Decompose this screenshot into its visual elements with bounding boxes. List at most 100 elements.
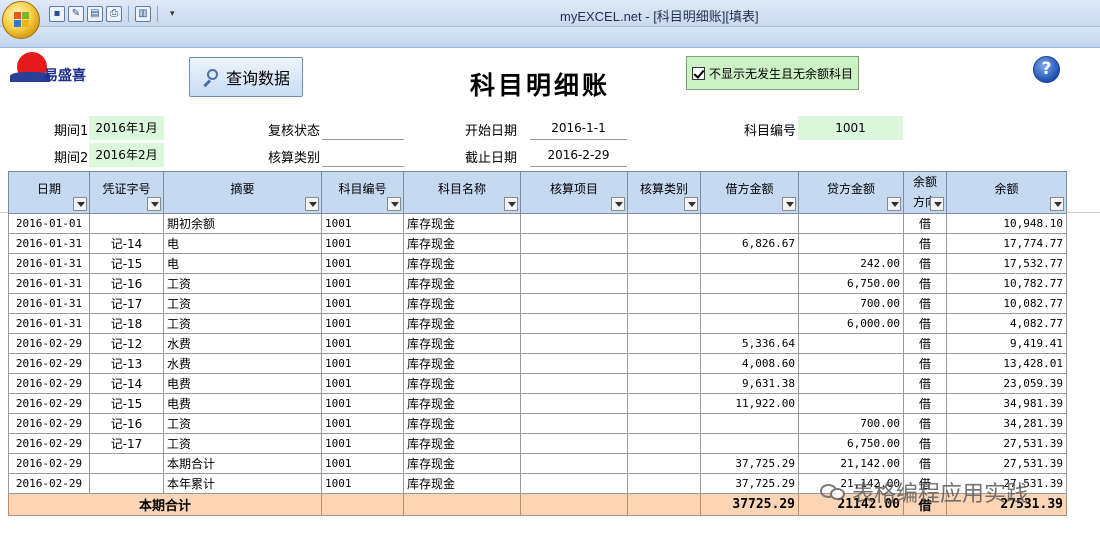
cell-calc-category[interactable] bbox=[627, 473, 701, 494]
cell-account-code[interactable]: 1001 bbox=[321, 333, 404, 354]
cell-calc-item[interactable] bbox=[520, 393, 628, 414]
cell-balance[interactable]: 34,981.39 bbox=[946, 393, 1067, 414]
cell-balance[interactable]: 17,774.77 bbox=[946, 233, 1067, 254]
cell-summary[interactable]: 电 bbox=[163, 233, 322, 254]
edit-icon[interactable]: ✎ bbox=[68, 6, 84, 22]
cell-voucher-no[interactable] bbox=[89, 213, 164, 234]
cell-summary[interactable]: 电费 bbox=[163, 373, 322, 394]
cell-date[interactable]: 2016-02-29 bbox=[8, 333, 90, 354]
cell-calc-category[interactable] bbox=[627, 393, 701, 414]
cell-account-code[interactable]: 1001 bbox=[321, 453, 404, 474]
cell-voucher-no[interactable]: 记-14 bbox=[89, 373, 164, 394]
cell-balance-direction[interactable]: 借 bbox=[903, 433, 947, 454]
cell-calc-item[interactable] bbox=[520, 313, 628, 334]
cell-credit-amount[interactable] bbox=[798, 213, 904, 234]
cell-calc-category[interactable] bbox=[627, 353, 701, 374]
layout-icon[interactable]: ▥ bbox=[135, 6, 151, 22]
cell-debit-amount[interactable] bbox=[700, 253, 799, 274]
cell-credit-amount[interactable]: 6,750.00 bbox=[798, 273, 904, 294]
filter-dropdown-icon[interactable] bbox=[73, 197, 87, 211]
cell-account-code[interactable]: 1001 bbox=[321, 373, 404, 394]
table-row[interactable]: 2016-02-29 记-12 水费 1001 库存现金 5,336.64 借 9,419.4… bbox=[8, 333, 1067, 354]
cell-calc-category[interactable] bbox=[627, 433, 701, 454]
cell-summary[interactable]: 期初余额 bbox=[163, 213, 322, 234]
table-row[interactable]: 2016-01-31 记-18 工资 1001 库存现金 6,000.00 借 4,082.7… bbox=[8, 313, 1067, 334]
cell-balance-direction[interactable]: 借 bbox=[903, 393, 947, 414]
cell-debit-amount[interactable] bbox=[700, 293, 799, 314]
cell-debit-amount[interactable] bbox=[700, 413, 799, 434]
cell-calc-category[interactable] bbox=[627, 333, 701, 354]
cell-credit-amount[interactable]: 6,750.00 bbox=[798, 433, 904, 454]
cell-calc-category[interactable] bbox=[627, 373, 701, 394]
cell-credit-amount[interactable] bbox=[798, 353, 904, 374]
cell-calc-category[interactable] bbox=[627, 273, 701, 294]
cell-credit-amount[interactable]: 6,000.00 bbox=[798, 313, 904, 334]
hide-empty-accounts-toggle[interactable]: 不显示无发生且无余额科目 bbox=[686, 56, 859, 90]
cell-date[interactable]: 2016-01-31 bbox=[8, 313, 90, 334]
cell-account-code[interactable]: 1001 bbox=[321, 273, 404, 294]
cell-calc-item[interactable] bbox=[520, 293, 628, 314]
cell-credit-amount[interactable] bbox=[798, 233, 904, 254]
cell-credit-amount[interactable] bbox=[798, 373, 904, 394]
cell-calc-item[interactable] bbox=[520, 413, 628, 434]
query-data-button[interactable]: 查询数据 bbox=[189, 57, 303, 97]
cell-balance[interactable]: 10,082.77 bbox=[946, 293, 1067, 314]
checkbox-checked-icon[interactable] bbox=[692, 66, 705, 80]
cell-account-code[interactable]: 1001 bbox=[321, 213, 404, 234]
table-row[interactable]: 2016-02-29 记-14 电费 1001 库存现金 9,631.38 借 23,059.… bbox=[8, 373, 1067, 394]
start-date-field[interactable]: 2016-1-1 bbox=[530, 116, 627, 140]
filter-dropdown-icon[interactable] bbox=[305, 197, 319, 211]
cell-summary[interactable]: 电费 bbox=[163, 393, 322, 414]
cell-summary[interactable]: 工资 bbox=[163, 433, 322, 454]
cell-balance[interactable]: 9,419.41 bbox=[946, 333, 1067, 354]
cell-credit-amount[interactable] bbox=[798, 333, 904, 354]
save-icon[interactable]: ▪ bbox=[49, 6, 65, 22]
table-row[interactable]: 2016-02-29 记-13 水费 1001 库存现金 4,008.60 借 13,428.… bbox=[8, 353, 1067, 374]
cell-debit-amount[interactable]: 37,725.29 bbox=[700, 473, 799, 494]
cell-balance-direction[interactable]: 借 bbox=[903, 293, 947, 314]
cell-account-code[interactable]: 1001 bbox=[321, 233, 404, 254]
cell-calc-item[interactable] bbox=[520, 453, 628, 474]
cell-balance-direction[interactable]: 借 bbox=[903, 373, 947, 394]
cell-calc-item[interactable] bbox=[520, 233, 628, 254]
cell-debit-amount[interactable]: 5,336.64 bbox=[700, 333, 799, 354]
cell-summary[interactable]: 本年累计 bbox=[163, 473, 322, 494]
end-date-field[interactable]: 2016-2-29 bbox=[530, 143, 627, 167]
cell-debit-amount[interactable] bbox=[700, 213, 799, 234]
cell-calc-item[interactable] bbox=[520, 473, 628, 494]
table-row[interactable]: 2016-01-31 记-17 工资 1001 库存现金 700.00 借 10,082.77 bbox=[8, 293, 1067, 314]
cell-account-name[interactable]: 库存现金 bbox=[403, 373, 521, 394]
filter-dropdown-icon[interactable] bbox=[684, 197, 698, 211]
cell-date[interactable]: 2016-02-29 bbox=[8, 413, 90, 434]
cell-account-name[interactable]: 库存现金 bbox=[403, 213, 521, 234]
filter-dropdown-icon[interactable] bbox=[1050, 197, 1064, 211]
cell-summary[interactable]: 工资 bbox=[163, 413, 322, 434]
cell-account-name[interactable]: 库存现金 bbox=[403, 453, 521, 474]
cell-summary[interactable]: 水费 bbox=[163, 353, 322, 374]
cell-date[interactable]: 2016-02-29 bbox=[8, 373, 90, 394]
table-row[interactable]: 2016-02-29 记-17 工资 1001 库存现金 6,750.00 借 27,531.… bbox=[8, 433, 1067, 454]
table-row[interactable]: 2016-01-31 记-14 电 1001 库存现金 6,826.67 借 17,774.7… bbox=[8, 233, 1067, 254]
calc-category-field[interactable] bbox=[322, 143, 404, 167]
cell-balance-direction[interactable]: 借 bbox=[903, 233, 947, 254]
cell-debit-amount[interactable] bbox=[700, 273, 799, 294]
cell-balance[interactable]: 13,428.01 bbox=[946, 353, 1067, 374]
filter-dropdown-icon[interactable] bbox=[387, 197, 401, 211]
cell-account-name[interactable]: 库存现金 bbox=[403, 333, 521, 354]
cell-credit-amount[interactable]: 21,142.00 bbox=[798, 453, 904, 474]
cell-voucher-no[interactable]: 记-12 bbox=[89, 333, 164, 354]
cell-balance[interactable]: 27,531.39 bbox=[946, 433, 1067, 454]
cell-balance[interactable]: 4,082.77 bbox=[946, 313, 1067, 334]
cell-balance[interactable]: 34,281.39 bbox=[946, 413, 1067, 434]
cell-debit-amount[interactable] bbox=[700, 433, 799, 454]
cell-account-name[interactable]: 库存现金 bbox=[403, 293, 521, 314]
cell-credit-amount[interactable]: 700.00 bbox=[798, 413, 904, 434]
cell-account-name[interactable]: 库存现金 bbox=[403, 313, 521, 334]
cell-summary[interactable]: 工资 bbox=[163, 273, 322, 294]
account-code-field[interactable]: 1001 bbox=[798, 116, 903, 140]
cell-balance[interactable]: 10,948.10 bbox=[946, 213, 1067, 234]
cell-summary[interactable]: 工资 bbox=[163, 313, 322, 334]
cell-calc-category[interactable] bbox=[627, 453, 701, 474]
period1-field[interactable]: 2016年1月 bbox=[89, 116, 164, 140]
cell-voucher-no[interactable]: 记-13 bbox=[89, 353, 164, 374]
